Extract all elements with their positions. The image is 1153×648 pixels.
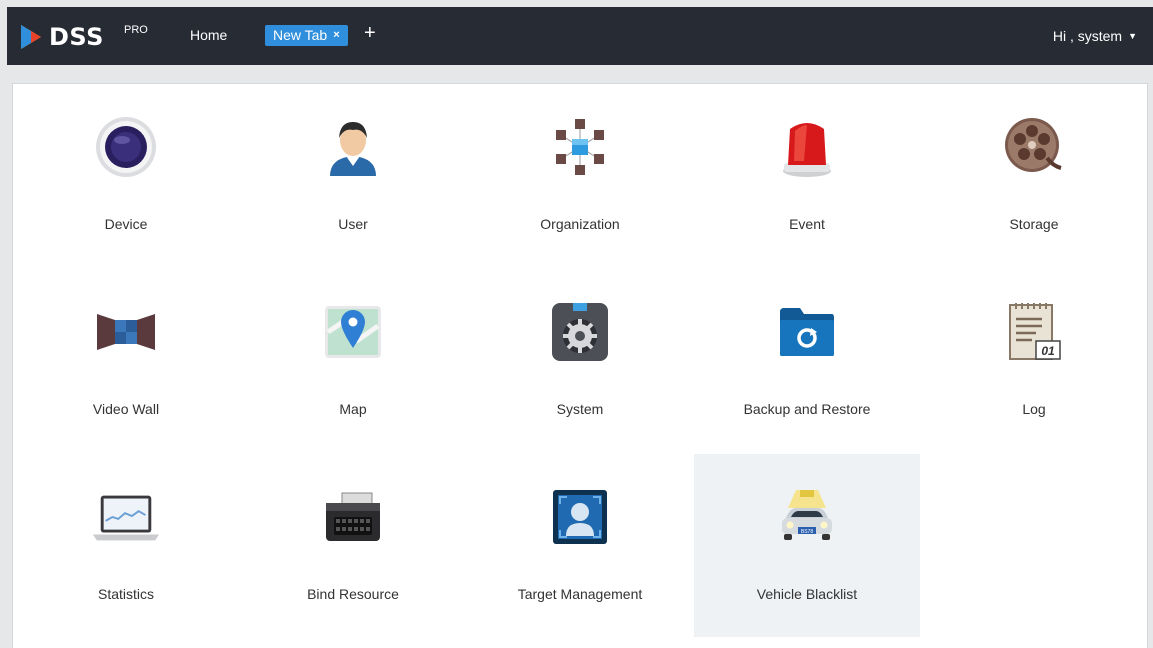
folder-restore-icon xyxy=(772,297,842,367)
license-plate-text: BS78 xyxy=(801,529,813,535)
nvr-device-icon xyxy=(318,482,388,552)
map-pin-icon xyxy=(318,297,388,367)
tile-label: Vehicle Blacklist xyxy=(756,586,858,602)
log-date-text: 01 xyxy=(1041,344,1055,358)
caret-down-icon: ▼ xyxy=(1128,31,1137,41)
tile-system[interactable]: System xyxy=(467,269,693,452)
logo-pro-label: PRO xyxy=(124,24,148,36)
tab-label: New Tab xyxy=(273,27,328,43)
top-navigation-bar: DSS PRO Home New Tab × + Hi , system ▼ xyxy=(7,7,1153,65)
tile-vehicle-blacklist[interactable]: BS78 Vehicle Blacklist xyxy=(694,454,920,637)
user-menu[interactable]: Hi , system ▼ xyxy=(1053,28,1137,44)
tile-label: User xyxy=(338,216,368,232)
video-wall-icon xyxy=(91,297,161,367)
tile-label: Event xyxy=(789,216,825,232)
laptop-chart-icon xyxy=(91,482,161,552)
gear-icon xyxy=(545,297,615,367)
tile-label: Backup and Restore xyxy=(743,401,871,417)
user-greeting: Hi , system xyxy=(1052,28,1123,44)
vehicle-icon: BS78 xyxy=(772,482,842,552)
tile-bind-resource[interactable]: Bind Resource xyxy=(240,454,466,637)
tile-label: Device xyxy=(104,216,148,232)
tile-label: Statistics xyxy=(97,586,154,602)
close-tab-icon[interactable]: × xyxy=(333,25,339,46)
tile-device[interactable]: Device xyxy=(13,84,239,267)
tile-target-management[interactable]: Target Management xyxy=(467,454,693,637)
face-frame-icon xyxy=(545,482,615,552)
camera-icon xyxy=(91,112,161,182)
dss-logo: DSS PRO xyxy=(19,23,148,51)
tile-label: Organization xyxy=(540,216,620,232)
tile-user[interactable]: User xyxy=(240,84,466,267)
tile-label: Map xyxy=(339,401,367,417)
tile-label: Bind Resource xyxy=(307,586,399,602)
tile-video-wall[interactable]: Video Wall xyxy=(13,269,239,452)
tab-new-tab[interactable]: New Tab × xyxy=(265,25,348,46)
tile-label: Target Management xyxy=(517,586,643,602)
tile-storage[interactable]: Storage xyxy=(921,84,1147,267)
tile-label: System xyxy=(556,401,604,417)
alarm-light-icon xyxy=(772,112,842,182)
app-grid-panel: Device User Organization Event Storage V… xyxy=(12,83,1148,648)
tile-map[interactable]: Map xyxy=(240,269,466,452)
user-icon xyxy=(318,112,388,182)
tile-backup-and-restore[interactable]: Backup and Restore xyxy=(694,269,920,452)
add-tab-button[interactable]: + xyxy=(364,22,376,45)
tile-log[interactable]: 01 Log xyxy=(921,269,1147,452)
dss-logo-icon xyxy=(21,25,41,49)
tile-label: Video Wall xyxy=(92,401,160,417)
logo-text: DSS xyxy=(49,23,104,51)
organization-icon xyxy=(545,112,615,182)
tile-label: Storage xyxy=(1009,216,1059,232)
log-document-icon: 01 xyxy=(999,297,1069,367)
tile-statistics[interactable]: Statistics xyxy=(13,454,239,637)
tile-event[interactable]: Event xyxy=(694,84,920,267)
tile-label: Log xyxy=(1022,401,1046,417)
home-link[interactable]: Home xyxy=(190,27,227,43)
tile-organization[interactable]: Organization xyxy=(467,84,693,267)
film-reel-icon xyxy=(999,112,1069,182)
